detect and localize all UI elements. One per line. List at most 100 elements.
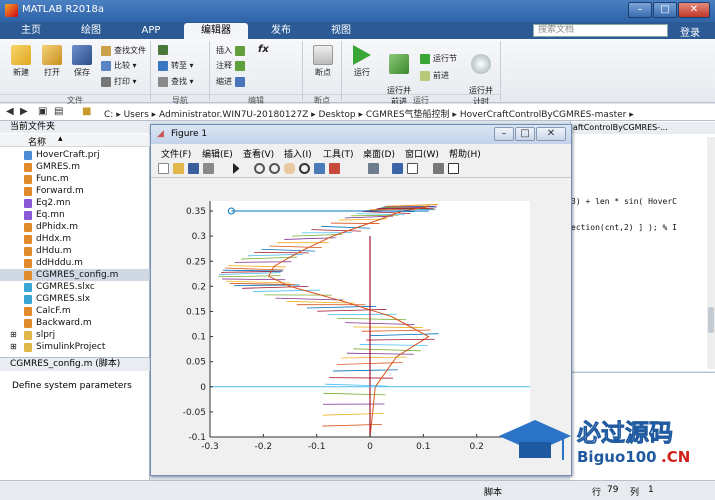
back-icon[interactable]: ◀: [6, 106, 14, 117]
menu-help[interactable]: 帮助(H): [449, 147, 481, 160]
minimize-button[interactable]: –: [628, 2, 652, 18]
zoom-out-icon[interactable]: [269, 163, 280, 174]
expand-icon[interactable]: ⊞: [10, 329, 17, 341]
run-section-button[interactable]: 运行节: [420, 53, 457, 64]
print-button[interactable]: 打印 ▾: [101, 76, 137, 87]
menu-view[interactable]: 查看(V): [243, 147, 274, 160]
close-button[interactable]: ✕: [678, 2, 710, 18]
tab-publish[interactable]: 发布: [254, 23, 308, 39]
nav-arrows[interactable]: [158, 45, 171, 55]
scrollbar-thumb[interactable]: [708, 307, 714, 333]
hide-tools-icon[interactable]: [433, 163, 444, 174]
menu-desktop[interactable]: 桌面(D): [363, 147, 395, 160]
file-list-item[interactable]: Func.m: [0, 173, 150, 185]
save-figure-icon[interactable]: [188, 163, 199, 174]
file-list-item[interactable]: GMRES.m: [0, 161, 150, 173]
tab-view[interactable]: 视图: [314, 23, 368, 39]
breakpoints-button[interactable]: 断点: [308, 45, 338, 78]
figure-menu-bar: 文件(F) 编辑(E) 查看(V) 插入(I) 工具(T) 桌面(D) 窗口(W…: [151, 145, 571, 160]
menu-file[interactable]: 文件(F): [161, 147, 191, 160]
rotate-icon[interactable]: [299, 163, 310, 174]
file-name: CGMRES.slxc: [36, 282, 95, 292]
editor-tab[interactable]: aftControlByCGMRES-...: [571, 122, 715, 134]
data-cursor-icon[interactable]: [314, 163, 325, 174]
zoom-in-icon[interactable]: [254, 163, 265, 174]
file-list-item[interactable]: Eq2.mn: [0, 197, 150, 209]
menu-window[interactable]: 窗口(W): [405, 147, 439, 160]
pointer-icon[interactable]: [233, 163, 239, 174]
file-list-item[interactable]: CalcF.m: [0, 305, 150, 317]
y-tick-label: 0.1: [192, 333, 206, 343]
title-bar: MATLAB R2018a – □ ✕: [0, 0, 715, 22]
breadcrumb-item[interactable]: Administrator.WIN7U-20180127Z: [159, 110, 308, 120]
breadcrumb-item[interactable]: Users: [124, 110, 149, 120]
file-list-item[interactable]: CGMRES.slxc: [0, 281, 150, 293]
hover-line: [330, 222, 380, 224]
file-description: Define system parameters: [12, 381, 132, 391]
pan-hand-icon[interactable]: [284, 163, 295, 174]
login-link[interactable]: 登录: [680, 24, 700, 39]
menu-insert[interactable]: 插入(I): [284, 147, 312, 160]
indent-button[interactable]: 缩进: [216, 76, 248, 87]
file-list-item[interactable]: HoverCraft.prj: [0, 149, 150, 161]
expand-icon[interactable]: ⊞: [10, 341, 17, 353]
forward-icon[interactable]: ▶: [20, 106, 28, 117]
open-file-icon[interactable]: [173, 163, 184, 174]
goto-button[interactable]: 转至 ▾: [158, 60, 194, 71]
name-column-header[interactable]: 名称 ▴: [0, 134, 150, 148]
file-list-item[interactable]: Forward.m: [0, 185, 150, 197]
tab-apps[interactable]: APP: [124, 23, 178, 39]
file-list-item[interactable]: CGMRES_config.m: [0, 269, 150, 281]
breadcrumb-item[interactable]: HoverCraftControlByCGMRES-master: [460, 110, 627, 120]
colorbar-icon[interactable]: [392, 163, 403, 174]
folder-up-icon[interactable]: ▣: [38, 106, 47, 117]
breadcrumb-item[interactable]: CGMRES气垫船控制: [366, 110, 450, 120]
legend-icon[interactable]: [407, 163, 418, 174]
file-list-item[interactable]: ⊞ slprj: [0, 329, 150, 341]
tab-home[interactable]: 主页: [4, 23, 58, 39]
save-button[interactable]: 保存: [68, 45, 96, 78]
find-button[interactable]: 查找 ▾: [158, 76, 194, 87]
breadcrumb-item[interactable]: Desktop: [319, 110, 356, 120]
brush-icon[interactable]: [329, 163, 340, 174]
run-button[interactable]: 运行: [348, 45, 376, 78]
search-documentation-input[interactable]: 搜索文档: [533, 24, 668, 37]
file-list-item[interactable]: CGMRES.slx: [0, 293, 150, 305]
file-list-item[interactable]: Backward.m: [0, 317, 150, 329]
open-button[interactable]: 打开: [38, 45, 66, 78]
find-files-button[interactable]: 查找文件: [101, 45, 146, 56]
folder-icon: [24, 331, 32, 340]
file-list-item[interactable]: dPhidx.m: [0, 221, 150, 233]
tab-plots[interactable]: 绘图: [64, 23, 118, 39]
file-list-item[interactable]: ddHddu.m: [0, 257, 150, 269]
insert-button[interactable]: 插入: [216, 45, 248, 56]
maximize-button[interactable]: □: [653, 2, 677, 18]
compare-button[interactable]: 比较 ▾: [101, 60, 137, 71]
print-figure-icon[interactable]: [203, 163, 214, 174]
figure-minimize-button[interactable]: –: [494, 127, 514, 141]
figure-title-bar[interactable]: ◢ Figure 1 – □ ✕: [151, 125, 571, 144]
menu-tools[interactable]: 工具(T): [323, 147, 354, 160]
figure-maximize-button[interactable]: □: [515, 127, 535, 141]
breadcrumb-item[interactable]: C:: [104, 110, 113, 120]
file-list-item[interactable]: dHdu.m: [0, 245, 150, 257]
file-list-item[interactable]: Eq.mn: [0, 209, 150, 221]
link-plot-icon[interactable]: [368, 163, 379, 174]
comment-button[interactable]: 注释: [216, 60, 248, 71]
file-list-item[interactable]: ⊞ SimulinkProject: [0, 341, 150, 353]
figure-close-button[interactable]: ✕: [536, 127, 566, 141]
editor-scrollbar[interactable]: [707, 137, 715, 369]
folder-open-icon: [42, 45, 62, 65]
browse-folder-icon[interactable]: ▤: [54, 106, 63, 117]
tab-editor[interactable]: 编辑器: [184, 23, 248, 39]
advance-button[interactable]: 前进: [420, 70, 449, 81]
file-name: Func.m: [36, 174, 69, 184]
show-tools-icon[interactable]: [448, 163, 459, 174]
editor-panel[interactable]: aftControlByCGMRES-... 3) + len * sin( H…: [570, 121, 715, 371]
new-button[interactable]: 新建: [6, 45, 36, 78]
menu-edit[interactable]: 编辑(E): [202, 147, 233, 160]
file-list-item[interactable]: dHdx.m: [0, 233, 150, 245]
new-figure-icon[interactable]: [158, 163, 169, 174]
fx-button[interactable]: fx: [258, 44, 269, 55]
file-name: CalcF.m: [36, 306, 71, 316]
